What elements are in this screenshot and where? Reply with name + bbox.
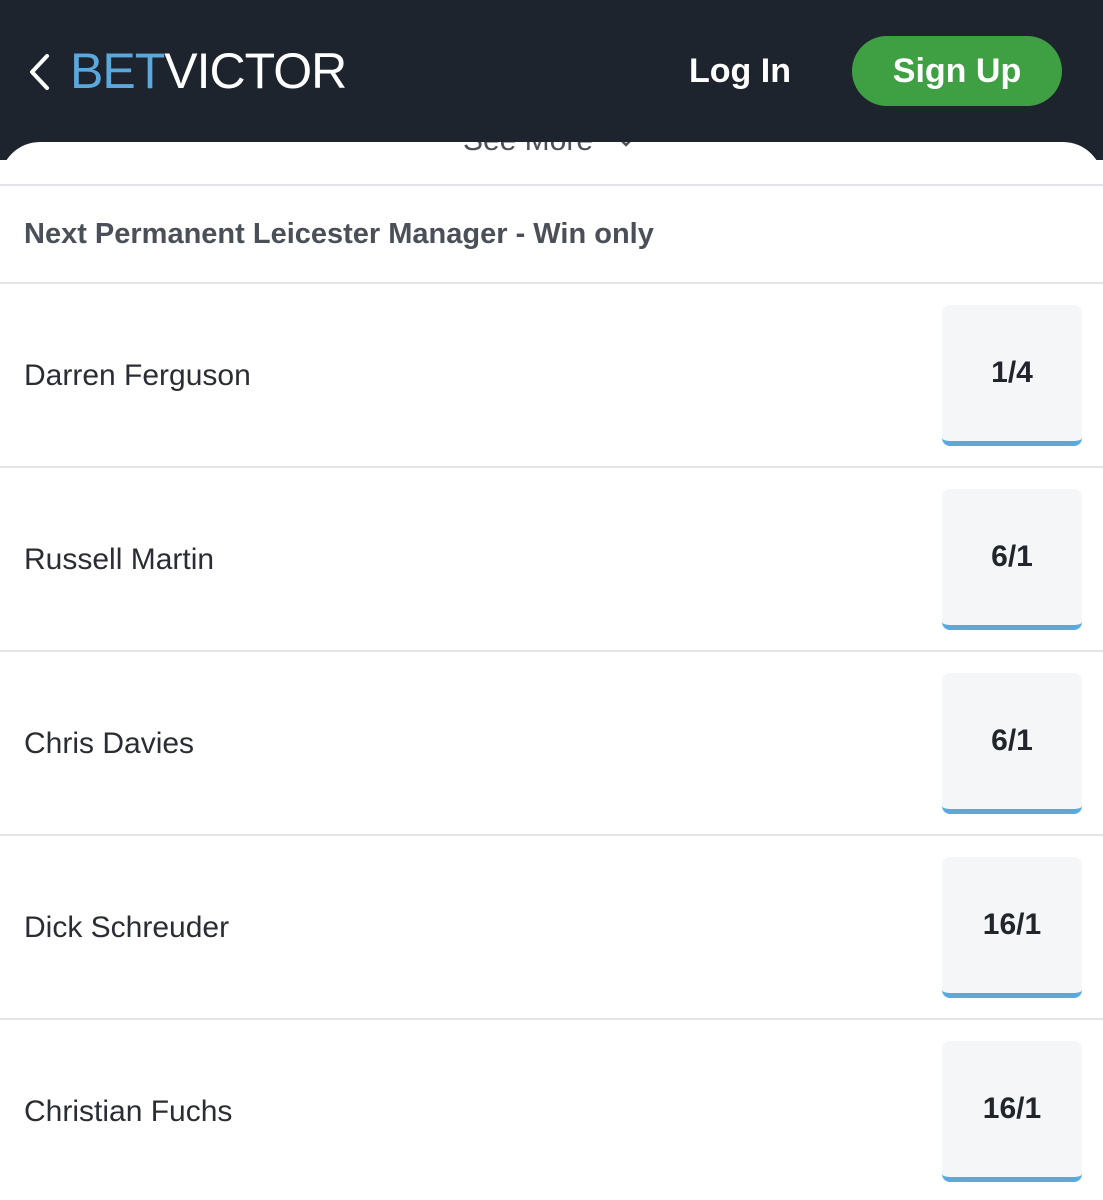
selection-row: Russell Martin 6/1 <box>0 468 1103 652</box>
selection-name: Chris Davies <box>24 727 195 760</box>
divider <box>0 184 1103 186</box>
odds-button[interactable]: 16/1 <box>942 1041 1082 1182</box>
betvictor-logo[interactable]: BETVICTOR <box>70 40 347 102</box>
signup-button[interactable]: Sign Up <box>852 36 1062 106</box>
selection-row: Dick Schreuder 16/1 <box>0 836 1103 1020</box>
selection-name: Darren Ferguson <box>24 359 251 392</box>
chevron-left-icon <box>30 54 49 90</box>
back-button[interactable] <box>24 52 54 92</box>
selection-row: Christian Fuchs 16/1 <box>0 1020 1103 1200</box>
see-more-label: See More <box>463 142 593 166</box>
see-more-toggle[interactable]: See More <box>430 142 670 166</box>
market-sheet: See More Next Permanent Leicester Manage… <box>0 142 1103 1200</box>
logo-bet-text: BET <box>70 43 165 99</box>
selection-name: Christian Fuchs <box>24 1095 233 1128</box>
login-button[interactable]: Log In <box>680 46 800 96</box>
top-bar: BETVICTOR Log In Sign Up <box>0 0 1103 160</box>
selection-row: Chris Davies 6/1 <box>0 652 1103 836</box>
odds-button[interactable]: 16/1 <box>942 857 1082 998</box>
odds-button[interactable]: 1/4 <box>942 305 1082 446</box>
logo-victor-text: VICTOR <box>164 43 347 99</box>
odds-button[interactable]: 6/1 <box>942 673 1082 814</box>
odds-button[interactable]: 6/1 <box>942 489 1082 630</box>
market-title: Next Permanent Leicester Manager - Win o… <box>24 218 654 250</box>
selection-name: Dick Schreuder <box>24 911 230 944</box>
chevron-down-icon <box>621 142 631 147</box>
selection-row: Darren Ferguson 1/4 <box>0 284 1103 468</box>
selection-name: Russell Martin <box>24 543 215 576</box>
